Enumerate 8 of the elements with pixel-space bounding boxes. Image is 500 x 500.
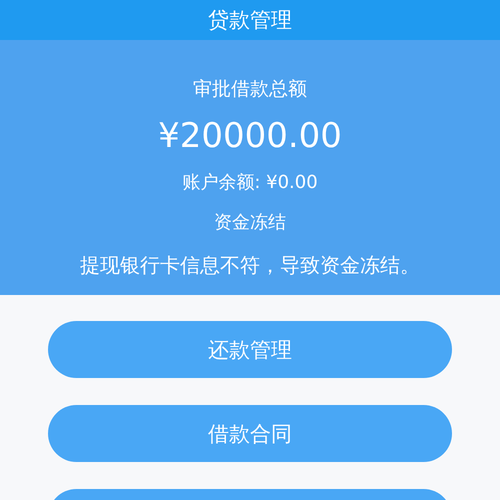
page-title: 贷款管理 [208, 7, 292, 34]
menu-button[interactable]: 借款合同 [48, 405, 452, 462]
menu-button[interactable]: 还款管理 [48, 321, 452, 378]
status-message: 提现银行卡信息不符，导致资金冻结。 [80, 252, 420, 279]
account-balance: 账户余额: ¥0.00 [182, 171, 318, 194]
funds-status: 资金冻结 [214, 211, 286, 234]
loan-amount: ¥20000.00 [158, 116, 342, 156]
amount-label: 审批借款总额 [193, 77, 307, 102]
